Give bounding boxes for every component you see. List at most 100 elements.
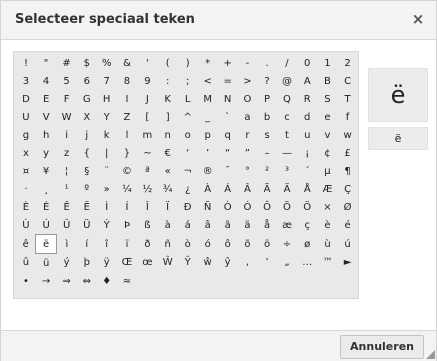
character-cell[interactable]: €	[158, 144, 178, 162]
character-cell[interactable]: ¥	[36, 162, 56, 180]
character-cell[interactable]: n	[158, 126, 178, 144]
character-cell[interactable]: ŵ	[198, 254, 218, 273]
character-cell[interactable]: Ë	[77, 198, 97, 216]
character-cell[interactable]: (	[158, 54, 178, 72]
character-cell[interactable]: é	[338, 216, 358, 235]
character-cell[interactable]: |	[97, 144, 117, 162]
character-cell[interactable]: ã	[218, 216, 238, 235]
character-cell[interactable]: l	[117, 126, 137, 144]
character-cell[interactable]: e	[317, 108, 337, 126]
character-cell[interactable]: Ŵ	[158, 254, 178, 273]
character-cell[interactable]: Ŷ	[178, 254, 198, 273]
character-cell[interactable]: >	[238, 72, 258, 90]
character-cell[interactable]: È	[16, 198, 36, 216]
character-cell[interactable]: =	[218, 72, 238, 90]
character-cell[interactable]: ü	[36, 254, 56, 273]
character-cell[interactable]: ‚	[238, 254, 258, 273]
character-cell[interactable]: ê	[16, 235, 36, 254]
character-cell[interactable]: ¬	[178, 162, 198, 180]
character-cell[interactable]: g	[16, 126, 36, 144]
character-cell[interactable]: ¸	[36, 180, 56, 198]
character-cell[interactable]: ¡	[297, 144, 317, 162]
character-cell[interactable]: Þ	[117, 216, 137, 235]
character-cell[interactable]: Ñ	[198, 198, 218, 216]
character-cell[interactable]: ™	[317, 254, 337, 273]
character-cell[interactable]: ª	[137, 162, 157, 180]
character-cell[interactable]: @	[277, 72, 297, 90]
character-cell[interactable]: Î	[137, 198, 157, 216]
character-cell[interactable]: ö	[257, 235, 277, 254]
character-cell[interactable]: W	[56, 108, 77, 126]
character-cell[interactable]: E	[36, 90, 56, 108]
character-cell[interactable]: v	[317, 126, 337, 144]
character-cell[interactable]: :	[158, 72, 178, 90]
character-cell[interactable]: d	[297, 108, 317, 126]
character-cell[interactable]: Ü	[77, 216, 97, 235]
character-cell[interactable]: w	[338, 126, 358, 144]
character-cell[interactable]: ¹	[56, 180, 77, 198]
character-cell[interactable]: B	[317, 72, 337, 90]
character-cell[interactable]: b	[257, 108, 277, 126]
character-cell[interactable]: •	[16, 272, 36, 290]
character-cell[interactable]: ¦	[56, 162, 77, 180]
character-cell[interactable]: ’	[198, 144, 218, 162]
character-cell[interactable]: .	[257, 54, 277, 72]
character-cell[interactable]: N	[218, 90, 238, 108]
character-cell[interactable]: ]	[158, 108, 178, 126]
character-cell[interactable]: î	[97, 235, 117, 254]
character-cell[interactable]: …	[297, 254, 317, 273]
character-cell[interactable]: J	[137, 90, 157, 108]
character-cell[interactable]: í	[77, 235, 97, 254]
character-cell[interactable]: Ø	[338, 198, 358, 216]
character-cell[interactable]: Q	[277, 90, 297, 108]
character-cell[interactable]: z	[56, 144, 77, 162]
character-cell[interactable]: Œ	[117, 254, 137, 273]
character-cell[interactable]: H	[97, 90, 117, 108]
character-cell[interactable]: t	[277, 126, 297, 144]
character-cell[interactable]: r	[238, 126, 258, 144]
character-cell[interactable]: ×	[317, 198, 337, 216]
character-cell[interactable]: 1	[317, 54, 337, 72]
character-cell[interactable]: Ä	[277, 180, 297, 198]
character-cell[interactable]: ¾	[158, 180, 178, 198]
character-cell[interactable]: {	[77, 144, 97, 162]
character-cell[interactable]: Ö	[297, 198, 317, 216]
character-cell[interactable]: û	[16, 254, 36, 273]
character-cell[interactable]: s	[257, 126, 277, 144]
character-cell[interactable]: Ã	[257, 180, 277, 198]
character-cell[interactable]: œ	[137, 254, 157, 273]
character-cell[interactable]: ¶	[338, 162, 358, 180]
character-cell[interactable]: „	[277, 254, 297, 273]
character-cell[interactable]: o	[178, 126, 198, 144]
character-cell[interactable]: '	[137, 54, 157, 72]
character-cell[interactable]: T	[338, 90, 358, 108]
character-cell[interactable]: V	[36, 108, 56, 126]
character-cell[interactable]: Ò	[218, 198, 238, 216]
character-cell[interactable]: m	[137, 126, 157, 144]
character-cell[interactable]: }	[117, 144, 137, 162]
character-cell[interactable]: Ú	[36, 216, 56, 235]
character-cell[interactable]: ®	[198, 162, 218, 180]
character-cell[interactable]: "	[36, 54, 56, 72]
character-cell[interactable]: c	[277, 108, 297, 126]
character-cell[interactable]: R	[297, 90, 317, 108]
character-cell[interactable]: #	[56, 54, 77, 72]
character-cell[interactable]: à	[158, 216, 178, 235]
character-cell[interactable]: â	[198, 216, 218, 235]
character-cell[interactable]: Æ	[317, 180, 337, 198]
character-cell[interactable]: P	[257, 90, 277, 108]
character-cell[interactable]: ð	[137, 235, 157, 254]
character-cell[interactable]: &	[117, 54, 137, 72]
character-cell[interactable]: ⇔	[77, 272, 97, 290]
character-cell[interactable]: Ý	[97, 216, 117, 235]
character-cell[interactable]: p	[198, 126, 218, 144]
character-cell[interactable]: ¼	[117, 180, 137, 198]
character-cell[interactable]: ©	[117, 162, 137, 180]
character-cell[interactable]: ♦	[97, 272, 117, 290]
character-cell[interactable]: 0	[297, 54, 317, 72]
character-cell[interactable]: »	[97, 180, 117, 198]
character-cell[interactable]: i	[56, 126, 77, 144]
character-cell[interactable]: º	[77, 180, 97, 198]
character-cell[interactable]: ŷ	[218, 254, 238, 273]
character-cell[interactable]: Ó	[238, 198, 258, 216]
